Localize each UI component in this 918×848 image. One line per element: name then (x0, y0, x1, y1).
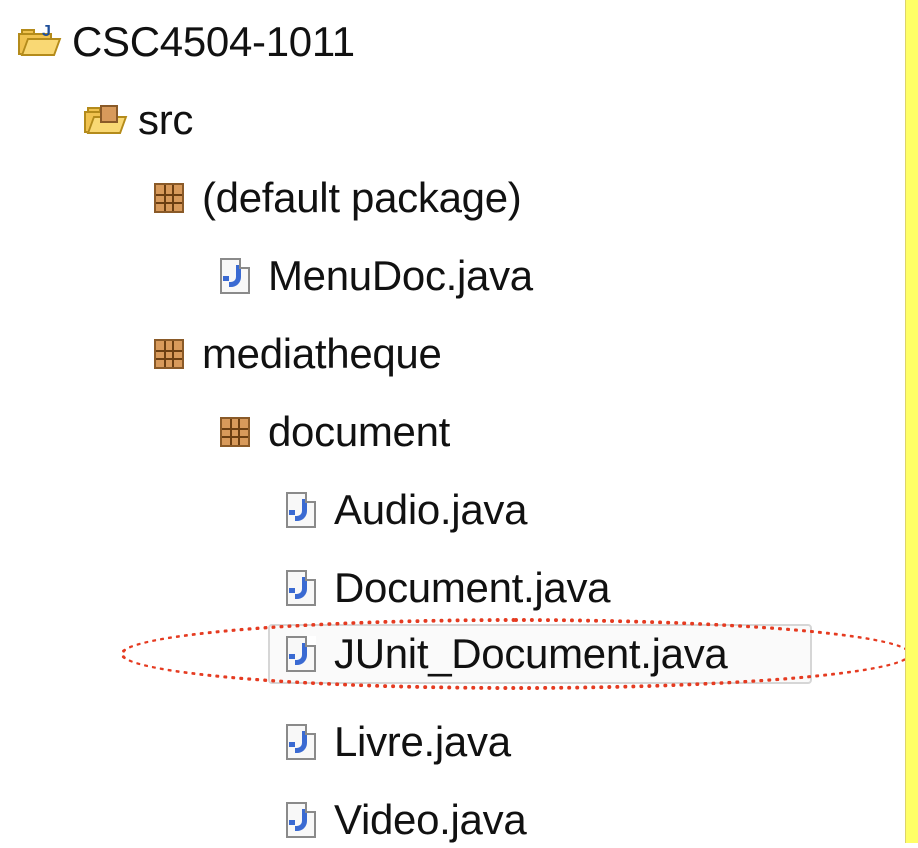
java-file-icon (286, 492, 316, 528)
editor-edge-strip (905, 0, 918, 843)
java-file-icon (286, 636, 316, 672)
src-label: src (138, 96, 194, 143)
tree-item-audio-java[interactable]: Audio.java (282, 482, 527, 538)
source-folder-icon (84, 105, 128, 135)
tree-item-menudoc-java[interactable]: MenuDoc.java (216, 248, 533, 304)
package-icon (220, 417, 250, 447)
tree-item-junit-document-java[interactable]: JUnit_Document.java (282, 626, 728, 682)
tree-item-document-package[interactable]: document (216, 404, 450, 460)
tree-item-mediatheque[interactable]: mediatheque (150, 326, 442, 382)
java-file-icon (286, 724, 316, 760)
package-explorer-tree: J CSC4504-1011 src (default package) Men… (0, 0, 912, 843)
file-label: Livre.java (334, 718, 511, 765)
package-icon (154, 339, 184, 369)
tree-item-default-package[interactable]: (default package) (150, 170, 522, 226)
tree-item-project[interactable]: J CSC4504-1011 (18, 14, 355, 70)
java-file-icon (220, 258, 250, 294)
tree-item-livre-java[interactable]: Livre.java (282, 714, 511, 770)
java-file-icon (286, 802, 316, 838)
default-package-label: (default package) (202, 174, 522, 221)
file-label: Document.java (334, 564, 611, 611)
tree-item-document-java[interactable]: Document.java (282, 560, 611, 616)
file-label: Video.java (334, 796, 527, 843)
project-label: CSC4504-1011 (72, 18, 355, 65)
file-label: MenuDoc.java (268, 252, 533, 299)
java-project-folder-icon: J (18, 23, 62, 57)
tree-item-video-java[interactable]: Video.java (282, 792, 527, 848)
file-label: Audio.java (334, 486, 528, 533)
java-file-icon (286, 570, 316, 606)
tree-item-src[interactable]: src (84, 92, 193, 148)
file-label: JUnit_Document.java (334, 630, 728, 677)
mediatheque-label: mediatheque (202, 330, 442, 377)
package-icon (154, 183, 184, 213)
document-package-label: document (268, 408, 451, 455)
